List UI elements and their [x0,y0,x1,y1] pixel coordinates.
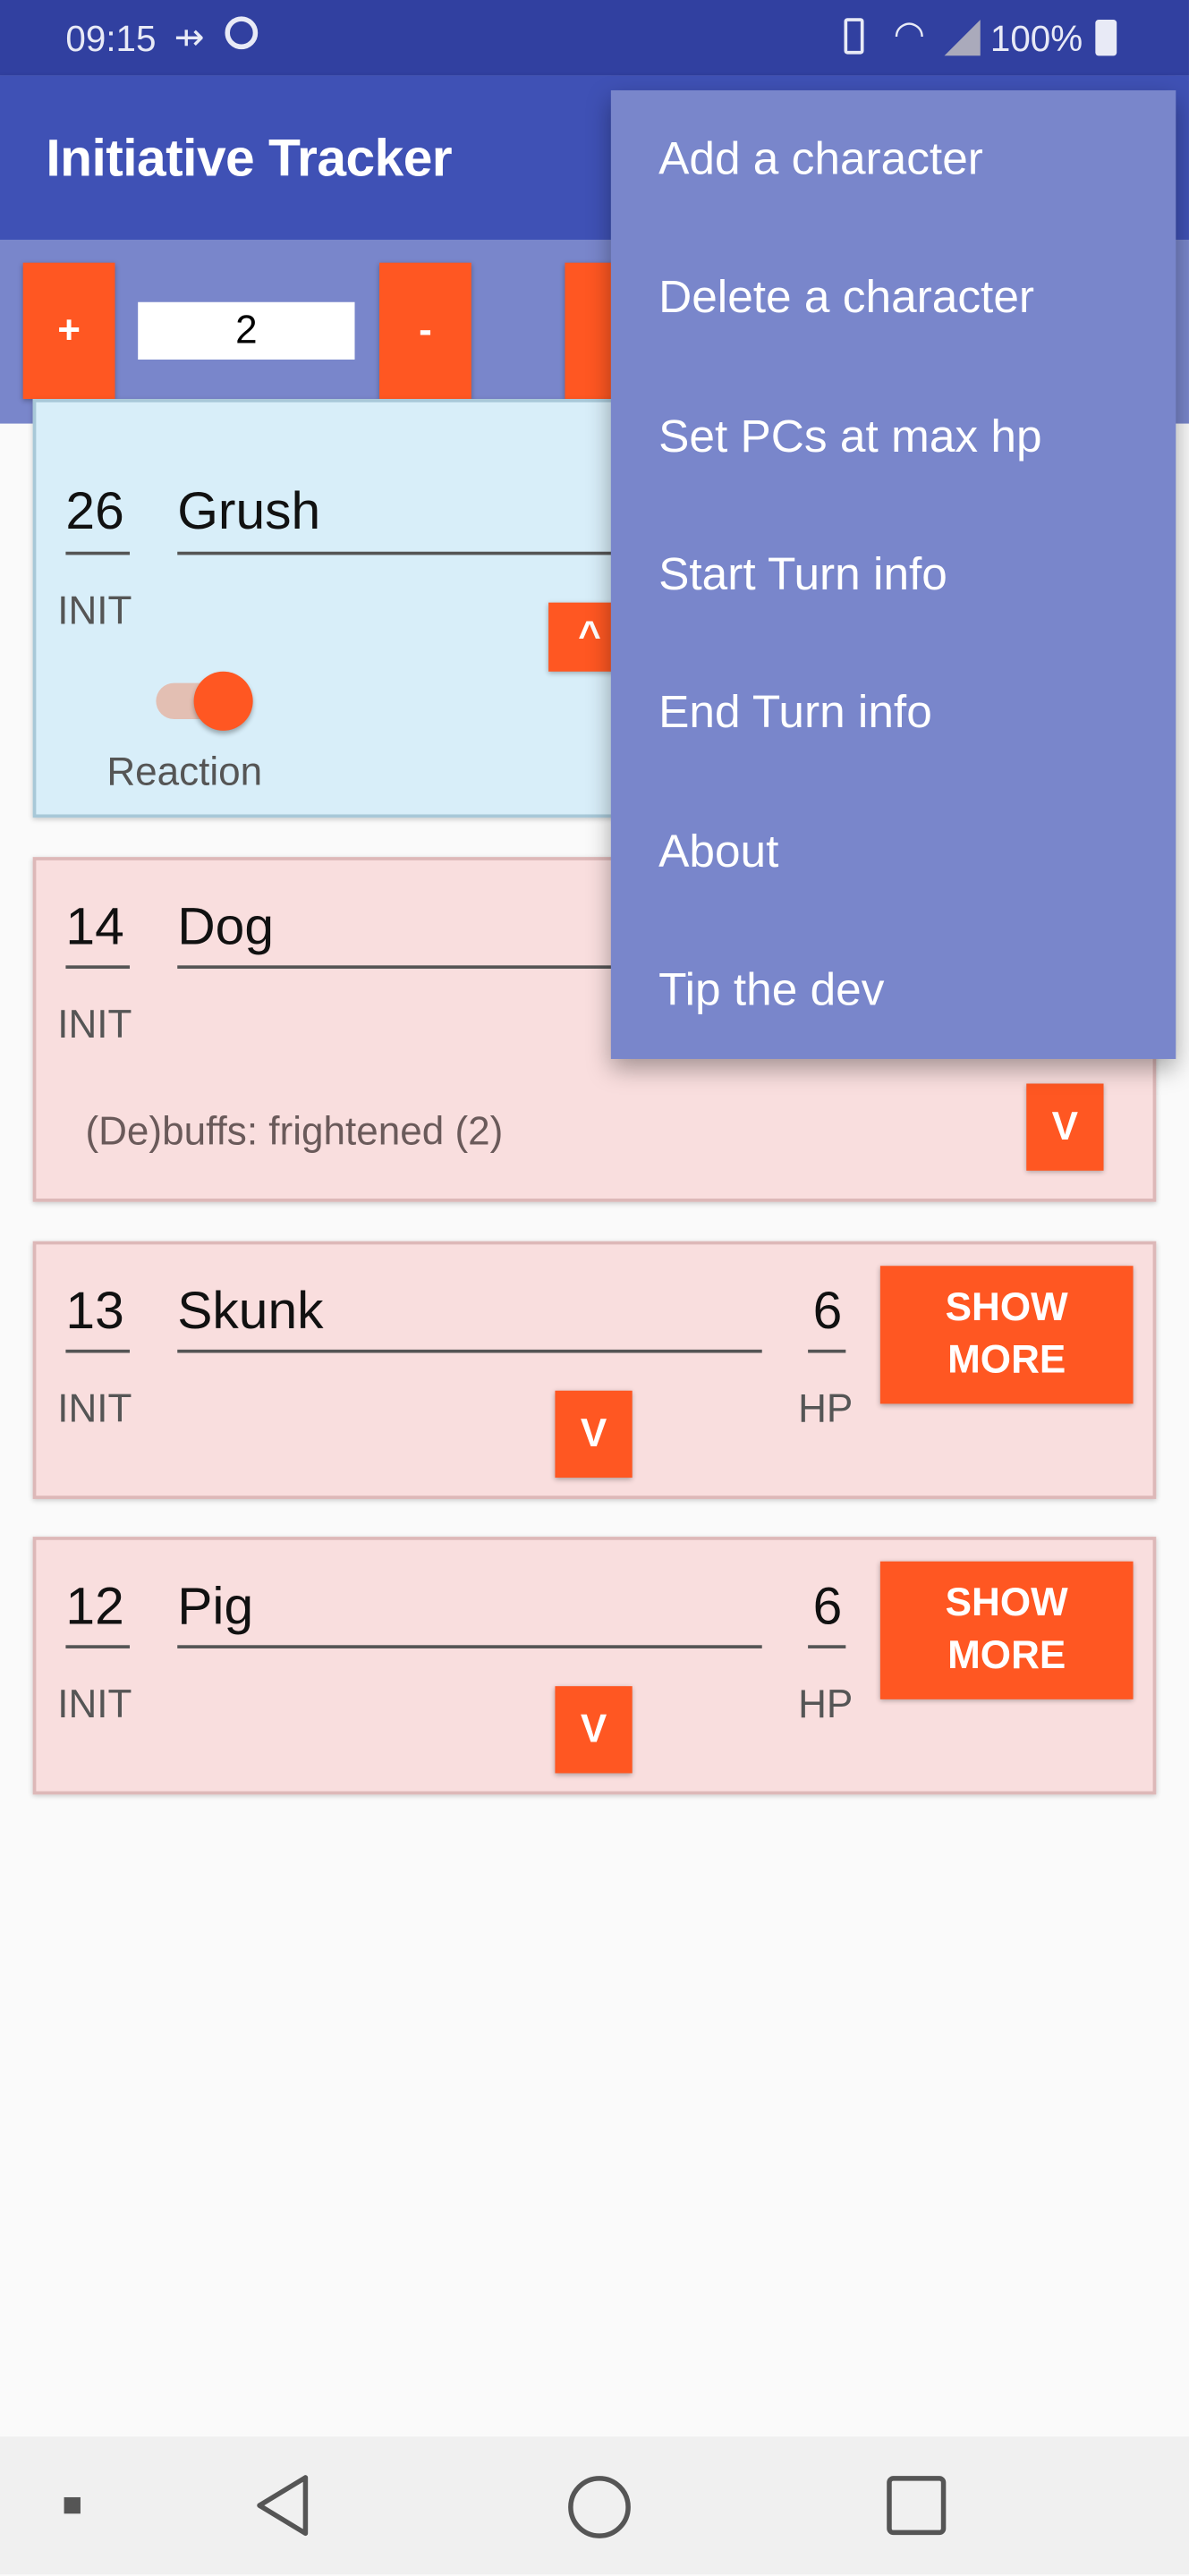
init-underline [65,1349,131,1353]
name-underline [177,965,670,970]
character-name[interactable]: Skunk [177,1281,323,1342]
menu-item-add-character[interactable]: Add a character [658,133,983,186]
show-more-button[interactable]: SHOW MORE [879,1266,1134,1404]
menu-item-tip-dev[interactable]: Tip the dev [658,963,884,1016]
battery-percent: 100% [989,18,1083,60]
init-value[interactable]: 14 [65,896,123,957]
app-title: Initiative Tracker [46,128,453,188]
hp-underline [808,1645,846,1648]
vibrate-icon [844,18,864,55]
character-card-skunk[interactable]: 13 Skunk INIT 6 HP SHOW MORE V [32,1241,1157,1499]
expand-button[interactable]: V [555,1390,633,1479]
character-name[interactable]: Dog [177,896,274,957]
menu-item-start-turn-info[interactable]: Start Turn info [658,548,947,601]
menu-item-delete-character[interactable]: Delete a character [658,271,1034,324]
home-icon[interactable] [568,2476,631,2538]
battery-charging-icon [1095,20,1117,56]
hp-label: HP [798,1682,854,1728]
back-icon[interactable] [253,2472,312,2538]
menu-item-end-turn-info[interactable]: End Turn info [658,686,932,739]
name-underline [177,1349,762,1353]
init-label: INIT [57,589,132,634]
increment-button[interactable]: + [22,262,115,400]
character-name[interactable]: Grush [177,481,320,542]
signal-icon [944,20,981,56]
menu-item-set-max-hp[interactable]: Set PCs at max hp [658,411,1041,463]
init-underline [65,551,131,555]
init-label: INIT [57,1003,132,1048]
character-name[interactable]: Pig [177,1576,253,1637]
name-underline [177,1645,762,1648]
wifi-icon: ◠ [893,13,925,55]
sync-icon [225,16,259,50]
character-card-pig[interactable]: 12 Pig INIT 6 HP SHOW MORE V [32,1537,1157,1795]
recents-icon[interactable] [887,2476,947,2536]
init-value[interactable]: 26 [65,481,123,542]
usb-icon: ⇸ [174,16,205,58]
init-label: INIT [57,1387,132,1432]
expand-button[interactable]: V [1026,1083,1104,1171]
hp-value[interactable]: 6 [813,1281,843,1342]
dot-icon [64,2496,81,2514]
status-bar: 09:15 ⇸ ◠ 100% [0,0,1189,76]
navigation-bar [0,2436,1189,2575]
overflow-menu: Add a character Delete a character Set P… [610,89,1176,1059]
init-underline [65,965,131,970]
menu-item-about[interactable]: About [658,826,778,878]
hp-underline [808,1349,846,1353]
init-value[interactable]: 13 [65,1281,123,1342]
status-time: 09:15 [65,18,157,60]
reaction-label: Reaction [106,750,263,795]
init-underline [65,1645,131,1648]
hp-label: HP [798,1387,854,1432]
show-more-button[interactable]: SHOW MORE [879,1561,1134,1699]
expand-button[interactable]: V [555,1686,633,1774]
round-input[interactable]: 2 [138,301,355,360]
decrement-button[interactable]: - [379,262,471,400]
init-value[interactable]: 12 [65,1576,123,1637]
init-label: INIT [57,1682,132,1728]
hp-value[interactable]: 6 [813,1576,843,1637]
name-underline [177,551,670,555]
buffs-text: (De)buffs: frightened (2) [85,1109,504,1155]
toggle-thumb[interactable] [193,671,253,731]
